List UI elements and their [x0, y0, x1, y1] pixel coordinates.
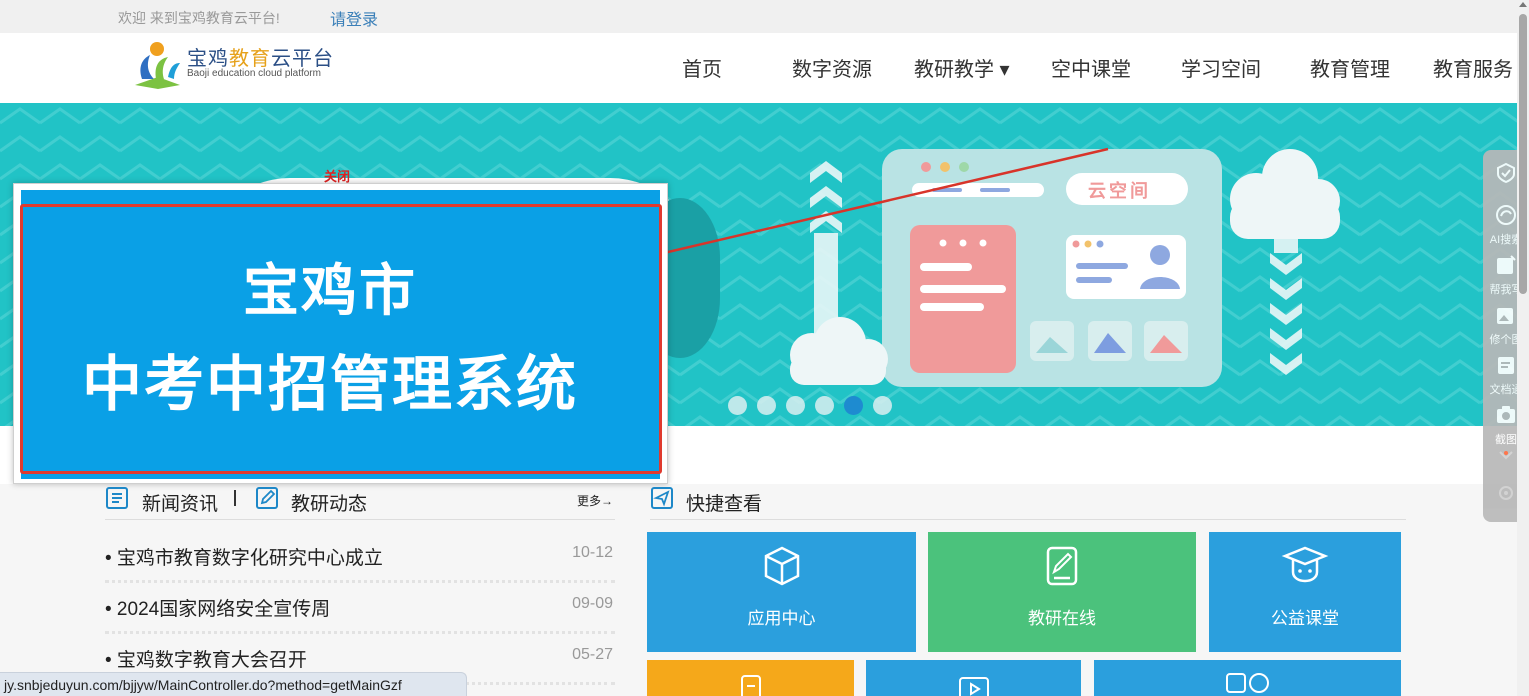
tab-news[interactable]: 新闻资讯: [142, 489, 218, 516]
news-date: 09-09: [572, 595, 613, 612]
doc-icon: [1498, 357, 1514, 374]
tile-public-classroom[interactable]: 公益课堂: [1209, 532, 1401, 652]
header: 宝鸡教育云平台 Baoji education cloud platform 首…: [0, 33, 1517, 103]
send-icon: [651, 487, 673, 509]
document-edit-icon: [1046, 546, 1078, 586]
nav-education-services[interactable]: 教育服务: [1433, 53, 1513, 82]
document-icon: [740, 675, 761, 696]
shapes-icon: [1225, 673, 1269, 693]
news-date: 10-12: [572, 544, 613, 561]
popup-ad-banner[interactable]: [21, 190, 660, 479]
shield-icon: [1497, 162, 1515, 184]
news-title[interactable]: • 宝鸡数字教育大会召开: [105, 645, 307, 672]
news-title[interactable]: • 2024国家网络安全宣传周: [105, 594, 330, 621]
chevron-down-icon: [1499, 451, 1513, 460]
popup-title-line1: 宝鸡市: [243, 258, 417, 324]
carousel-dot[interactable]: [757, 396, 776, 415]
tile-research-online[interactable]: 教研在线: [928, 532, 1196, 652]
logo-title-highlight: 教育: [229, 48, 271, 70]
tile-quick-6[interactable]: [1094, 660, 1401, 696]
edit-icon: [256, 487, 278, 509]
quick-view-header: 快捷查看: [650, 484, 1406, 520]
list-item[interactable]: • 宝鸡市教育数字化研究中心成立 10-12: [105, 532, 615, 583]
list-item[interactable]: • 2024国家网络安全宣传周 09-09: [105, 583, 615, 634]
tile-quick-5[interactable]: [866, 660, 1081, 696]
page-scrollbar[interactable]: [1517, 0, 1529, 696]
top-bar: 欢迎 来到宝鸡教育云平台! 请登录: [0, 0, 1517, 33]
carousel-dot[interactable]: [786, 396, 805, 415]
tile-label: 教研在线: [1028, 609, 1096, 628]
popup-title-line2: 中考中招管理系统: [82, 350, 578, 420]
tab-research-updates[interactable]: 教研动态: [291, 489, 367, 516]
nav-digital-resources[interactable]: 数字资源: [792, 53, 872, 82]
scroll-up-arrow-icon[interactable]: [1519, 2, 1527, 7]
carousel-dots: [728, 396, 892, 415]
news-icon: [106, 487, 128, 509]
news-list: • 宝鸡市教育数字化研究中心成立 10-12 • 2024国家网络安全宣传周 0…: [105, 532, 615, 685]
quick-view-title: 快捷查看: [686, 494, 763, 515]
more-link[interactable]: 更多→: [577, 492, 613, 509]
nav-teaching-research[interactable]: 教研教学 ▾: [914, 53, 1010, 82]
nav-learning-space[interactable]: 学习空间: [1181, 53, 1261, 82]
welcome-text: 欢迎 来到宝鸡教育云平台!: [118, 10, 280, 26]
tile-app-center[interactable]: 应用中心: [647, 532, 916, 652]
gear-icon: [1499, 486, 1513, 500]
camera-icon: [1497, 406, 1515, 423]
graduate-icon: [1281, 546, 1329, 583]
news-header: 新闻资讯 教研动态 更多→: [105, 484, 615, 520]
logo-title-part1: 宝鸡: [187, 48, 229, 70]
scrollbar-thumb[interactable]: [1519, 14, 1527, 294]
tile-label: 应用中心: [747, 609, 816, 628]
logo-subtitle: Baoji education cloud platform: [187, 68, 321, 79]
news-title[interactable]: • 宝鸡市教育数字化研究中心成立: [105, 543, 383, 570]
nav-home[interactable]: 首页: [682, 53, 722, 82]
browser-status-bar: jy.snbjeduyun.com/bjjyw/MainController.d…: [0, 672, 467, 696]
news-date: 05-27: [572, 646, 613, 663]
tile-quick-4[interactable]: [647, 660, 854, 696]
ai-search-icon: [1496, 205, 1516, 225]
write-icon: [1497, 255, 1516, 274]
login-link[interactable]: 请登录: [330, 6, 378, 30]
carousel-dot[interactable]: [815, 396, 834, 415]
logo-title: 宝鸡教育云平台: [187, 42, 334, 71]
image-edit-icon: [1497, 308, 1513, 324]
page-root: 欢迎 来到宝鸡教育云平台! 请登录 宝鸡教育云平台 Baoji educatio…: [0, 0, 1529, 696]
nav-air-classroom[interactable]: 空中课堂: [1051, 53, 1131, 82]
cube-icon: [764, 546, 799, 586]
carousel-dot-active[interactable]: [844, 396, 863, 415]
carousel-dot[interactable]: [873, 396, 892, 415]
nav-education-management[interactable]: 教育管理: [1310, 53, 1390, 82]
tab-separator: [234, 490, 236, 506]
popup-ad[interactable]: [13, 183, 668, 484]
video-play-icon: [958, 677, 989, 696]
tile-label: 公益课堂: [1271, 609, 1339, 628]
carousel-dot[interactable]: [728, 396, 747, 415]
logo-title-part2: 云平台: [271, 48, 334, 70]
cloud-space-label: 云空间: [1088, 181, 1151, 201]
